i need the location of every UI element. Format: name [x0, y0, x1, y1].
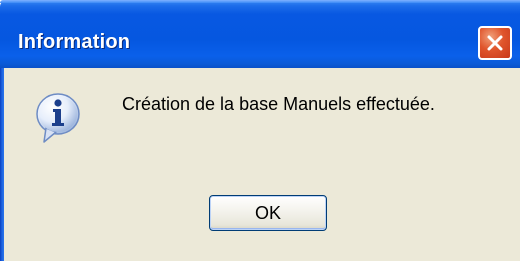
title-bar[interactable]: Information — [0, 0, 520, 68]
dialog-body: Création de la base Manuels effectuée. O… — [4, 68, 520, 261]
close-button[interactable] — [478, 26, 512, 60]
window-title: Information — [18, 31, 131, 53]
ok-button[interactable]: OK — [209, 195, 327, 231]
information-icon — [36, 93, 80, 143]
dialog-message: Création de la base Manuels effectuée. — [122, 94, 435, 114]
close-icon — [487, 35, 503, 51]
information-dialog: Information Création de la base Manuels … — [0, 0, 520, 261]
